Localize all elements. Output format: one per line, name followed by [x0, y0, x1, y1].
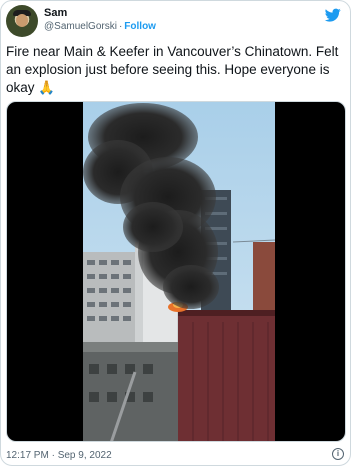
author-name[interactable]: Sam [44, 6, 156, 20]
user-info: Sam @SamuelGorski · Follow [44, 6, 156, 34]
meta-separator: · [118, 21, 123, 32]
tweet-card: Sam @SamuelGorski · Follow Fire near Main … [0, 0, 351, 466]
follow-button[interactable]: Follow [124, 21, 156, 32]
tweet-header: Sam @SamuelGorski · Follow [6, 5, 346, 37]
tweet-timestamp[interactable]: 12:17 PM · Sep 9, 2022 [6, 449, 112, 462]
author-handle[interactable]: @SamuelGorski [44, 21, 117, 32]
fire-video-frame [83, 102, 275, 441]
video-media[interactable] [6, 101, 346, 442]
twitter-bird-icon[interactable] [324, 7, 342, 23]
author-meta: @SamuelGorski · Follow [44, 20, 156, 34]
avatar-face [16, 14, 28, 27]
avatar[interactable] [6, 5, 38, 37]
info-icon[interactable]: i [332, 448, 344, 460]
tweet-text: Fire near Main & Keefer in Vancouver’s C… [6, 44, 339, 95]
